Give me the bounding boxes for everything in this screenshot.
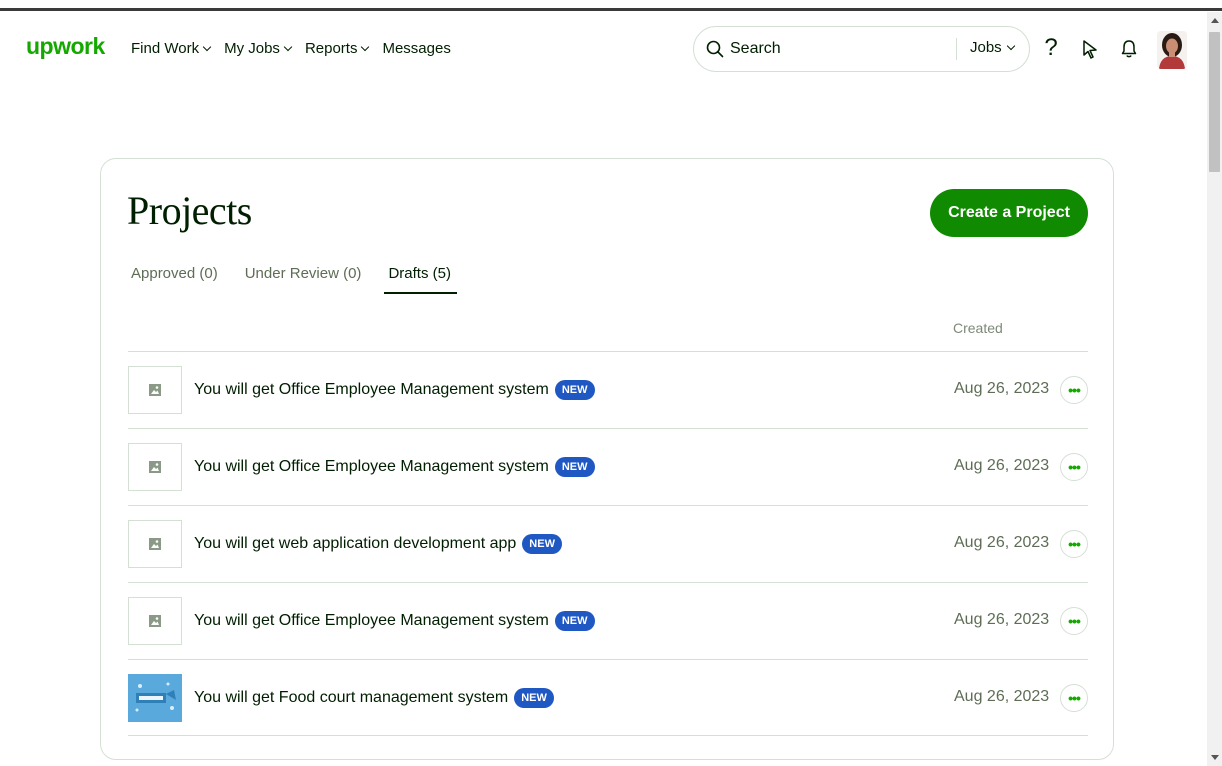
search-divider bbox=[956, 38, 957, 60]
chevron-down-icon bbox=[361, 42, 370, 51]
page-scrollbar[interactable] bbox=[1207, 12, 1222, 766]
project-title-link[interactable]: You will get Office Employee Management … bbox=[194, 380, 595, 400]
tab-approved[interactable]: Approved (0) bbox=[131, 265, 218, 294]
project-title-link[interactable]: You will get Office Employee Management … bbox=[194, 611, 595, 631]
project-tabs: Approved (0) Under Review (0) Drafts (5) bbox=[131, 265, 457, 294]
project-row[interactable]: You will get web application development… bbox=[128, 505, 1088, 582]
project-row[interactable]: You will get Office Employee Management … bbox=[128, 582, 1088, 659]
create-project-button[interactable]: Create a Project bbox=[930, 189, 1088, 237]
new-badge: NEW bbox=[554, 457, 595, 477]
projects-card: Projects Create a Project Approved (0) U… bbox=[100, 158, 1114, 760]
more-options-button[interactable]: ••• bbox=[1060, 376, 1088, 404]
new-badge: NEW bbox=[554, 380, 595, 400]
chevron-down-icon bbox=[1006, 41, 1015, 50]
search-scope-dropdown[interactable]: Jobs bbox=[970, 39, 1015, 56]
project-created-date: Aug 26, 2023 bbox=[954, 611, 1050, 628]
nav-find-work-label: Find Work bbox=[131, 40, 200, 57]
chevron-down-icon bbox=[283, 42, 293, 51]
project-thumbnail bbox=[128, 366, 182, 414]
help-icon[interactable]: ? bbox=[1040, 34, 1062, 61]
nav-reports[interactable]: Reports bbox=[304, 40, 370, 57]
project-created-date: Aug 26, 2023 bbox=[954, 380, 1050, 397]
project-cover-image bbox=[128, 674, 182, 722]
header: upwork Find Work My Jobs Reports Message… bbox=[0, 11, 1205, 85]
project-thumbnail bbox=[128, 597, 182, 645]
project-created-date: Aug 26, 2023 bbox=[954, 534, 1050, 551]
project-created-date: Aug 26, 2023 bbox=[954, 688, 1050, 705]
project-title: You will get Office Employee Management … bbox=[194, 458, 549, 475]
project-title-link[interactable]: You will get web application development… bbox=[194, 534, 562, 554]
search-bar: Jobs bbox=[693, 26, 1030, 72]
search-icon bbox=[706, 40, 724, 58]
page-title: Projects bbox=[127, 188, 252, 233]
search-scope-label: Jobs bbox=[970, 39, 1002, 56]
column-header-created[interactable]: Created bbox=[953, 320, 1003, 336]
nav-messages-label: Messages bbox=[382, 40, 451, 57]
avatar[interactable] bbox=[1157, 31, 1187, 69]
project-thumbnail bbox=[128, 443, 182, 491]
more-options-button[interactable]: ••• bbox=[1060, 607, 1088, 635]
search-input[interactable] bbox=[730, 38, 930, 60]
image-placeholder-icon bbox=[149, 538, 161, 550]
new-badge: NEW bbox=[554, 611, 595, 631]
project-title: You will get Food court management syste… bbox=[194, 689, 509, 706]
image-placeholder-icon bbox=[149, 615, 161, 627]
more-options-button[interactable]: ••• bbox=[1060, 684, 1088, 712]
project-title: You will get web application development… bbox=[194, 535, 517, 552]
tab-under-review[interactable]: Under Review (0) bbox=[245, 265, 362, 294]
more-options-button[interactable]: ••• bbox=[1060, 453, 1088, 481]
cursor-icon[interactable] bbox=[1079, 36, 1101, 62]
project-row[interactable]: You will get Office Employee Management … bbox=[128, 351, 1088, 428]
nav-messages[interactable]: Messages bbox=[382, 40, 450, 57]
scroll-up-icon[interactable] bbox=[1211, 18, 1219, 23]
project-title-link[interactable]: You will get Office Employee Management … bbox=[194, 457, 595, 477]
tab-drafts[interactable]: Drafts (5) bbox=[384, 265, 457, 294]
project-list: You will get Office Employee Management … bbox=[128, 351, 1088, 736]
project-created-date: Aug 26, 2023 bbox=[954, 457, 1050, 474]
nav-reports-label: Reports bbox=[304, 40, 358, 57]
image-placeholder-icon bbox=[149, 384, 161, 396]
project-title: You will get Office Employee Management … bbox=[194, 381, 549, 398]
scroll-down-icon[interactable] bbox=[1211, 755, 1219, 760]
upwork-logo[interactable]: upwork bbox=[26, 33, 105, 60]
bell-icon[interactable] bbox=[1118, 36, 1140, 62]
more-options-button[interactable]: ••• bbox=[1060, 530, 1088, 558]
project-thumbnail bbox=[128, 674, 182, 722]
project-title-link[interactable]: You will get Food court management syste… bbox=[194, 688, 554, 708]
nav-my-jobs-label: My Jobs bbox=[224, 40, 280, 57]
project-row[interactable]: You will get Food court management syste… bbox=[128, 659, 1088, 736]
nav-find-work[interactable]: Find Work bbox=[131, 40, 212, 57]
main-nav: Find Work My Jobs Reports Messages bbox=[131, 40, 451, 57]
scroll-thumb[interactable] bbox=[1209, 32, 1220, 172]
image-placeholder-icon bbox=[149, 461, 161, 473]
project-thumbnail bbox=[128, 520, 182, 568]
new-badge: NEW bbox=[522, 534, 562, 554]
project-row[interactable]: You will get Office Employee Management … bbox=[128, 428, 1088, 505]
new-badge: NEW bbox=[514, 688, 554, 708]
nav-my-jobs[interactable]: My Jobs bbox=[224, 40, 293, 57]
project-title: You will get Office Employee Management … bbox=[194, 612, 549, 629]
chevron-down-icon bbox=[202, 42, 212, 51]
